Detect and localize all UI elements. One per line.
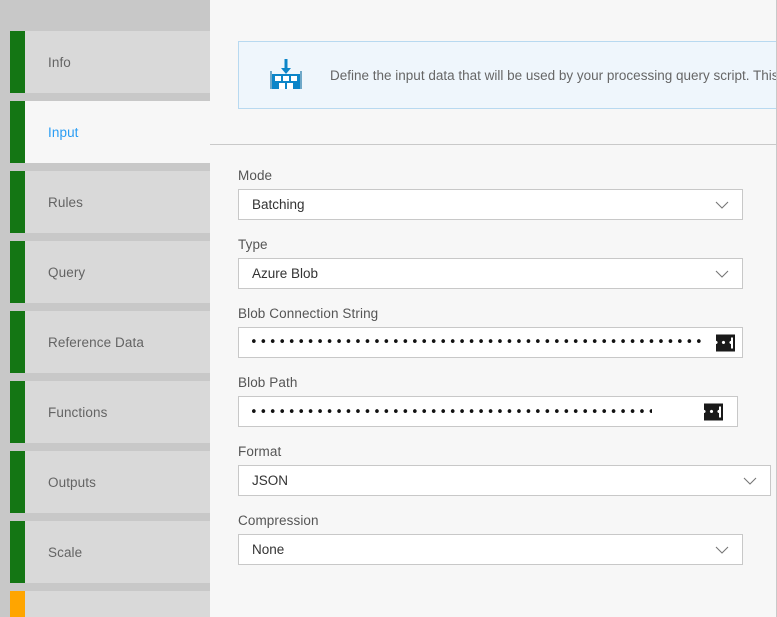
format-value: JSON — [252, 473, 288, 488]
sidebar-item-info[interactable]: Info — [10, 31, 210, 93]
sidebar-item-functions[interactable]: Functions — [10, 381, 210, 443]
sidebar-item-label: Reference Data — [48, 335, 144, 350]
field-compression: Compression None — [238, 513, 776, 565]
chevron-down-icon — [743, 476, 757, 485]
status-accent-bar — [10, 101, 25, 163]
field-format: Format JSON — [238, 444, 776, 496]
reveal-password-icon[interactable]: ••• — [704, 403, 723, 420]
compression-label: Compression — [238, 513, 776, 528]
field-blob-path: Blob Path ••••••••••••••••••••••••••••••… — [238, 375, 776, 427]
sidebar-item-label: Input — [48, 125, 79, 140]
compression-select[interactable]: None — [238, 534, 743, 565]
chevron-down-icon — [715, 200, 729, 209]
blob-connection-string-input[interactable]: ••••••••••••••••••••••••••••••••••••••••… — [238, 327, 743, 358]
format-select[interactable]: JSON — [238, 465, 771, 496]
reveal-password-icon[interactable]: ••• — [716, 334, 735, 351]
mode-label: Mode — [238, 168, 776, 183]
sidebar-item-label: Functions — [48, 405, 107, 420]
info-banner: Define the input data that will be used … — [238, 41, 777, 109]
type-label: Type — [238, 237, 776, 252]
chevron-down-icon — [715, 269, 729, 278]
status-accent-bar — [10, 381, 25, 443]
input-configuration-screen: Info Input Rules Query Reference Data Fu… — [0, 0, 777, 617]
sidebar-item-query[interactable]: Query — [10, 241, 210, 303]
status-accent-bar — [10, 521, 25, 583]
chevron-down-icon — [715, 545, 729, 554]
sidebar-item-label: Info — [48, 55, 71, 70]
blob-path-label: Blob Path — [238, 375, 776, 390]
sidebar-item-input[interactable]: Input — [10, 101, 210, 163]
sidebar-item-label: Scale — [48, 545, 82, 560]
data-input-icon — [266, 55, 306, 95]
masked-value: ••••••••••••••••••••••••••••••••••••••••… — [250, 405, 652, 419]
sidebar-item-reference-data[interactable]: Reference Data — [10, 311, 210, 373]
info-banner-text: Define the input data that will be used … — [330, 68, 777, 83]
mode-select[interactable]: Batching — [238, 189, 743, 220]
status-accent-bar — [10, 451, 25, 513]
blob-path-input[interactable]: ••••••••••••••••••••••••••••••••••••••••… — [238, 396, 738, 427]
sidebar-item-rules[interactable]: Rules — [10, 171, 210, 233]
masked-value: ••••••••••••••••••••••••••••••••••••••••… — [250, 336, 705, 349]
wizard-sidebar: Info Input Rules Query Reference Data Fu… — [0, 0, 210, 617]
status-accent-bar — [10, 171, 25, 233]
mode-value: Batching — [252, 197, 305, 212]
input-settings-form: Mode Batching Type Azure Blob — [210, 145, 776, 565]
blob-connection-string-label: Blob Connection String — [238, 306, 776, 321]
sidebar-item-label: Outputs — [48, 475, 96, 490]
content-pane: Define the input data that will be used … — [210, 0, 777, 617]
sidebar-item-schedule[interactable]: Schedule — [10, 591, 210, 617]
format-label: Format — [238, 444, 776, 459]
status-accent-bar — [10, 241, 25, 303]
field-blob-connection-string: Blob Connection String •••••••••••••••••… — [238, 306, 776, 358]
field-type: Type Azure Blob — [238, 237, 776, 289]
sidebar-item-label: Query — [48, 265, 85, 280]
field-mode: Mode Batching — [238, 168, 776, 220]
sidebar-item-scale[interactable]: Scale — [10, 521, 210, 583]
compression-value: None — [252, 542, 284, 557]
sidebar-item-label: Rules — [48, 195, 83, 210]
sidebar-item-outputs[interactable]: Outputs — [10, 451, 210, 513]
status-accent-bar — [10, 31, 25, 93]
status-accent-bar — [10, 311, 25, 373]
type-select[interactable]: Azure Blob — [238, 258, 743, 289]
status-accent-bar — [10, 591, 25, 617]
content-header: Define the input data that will be used … — [210, 0, 776, 145]
type-value: Azure Blob — [252, 266, 318, 281]
